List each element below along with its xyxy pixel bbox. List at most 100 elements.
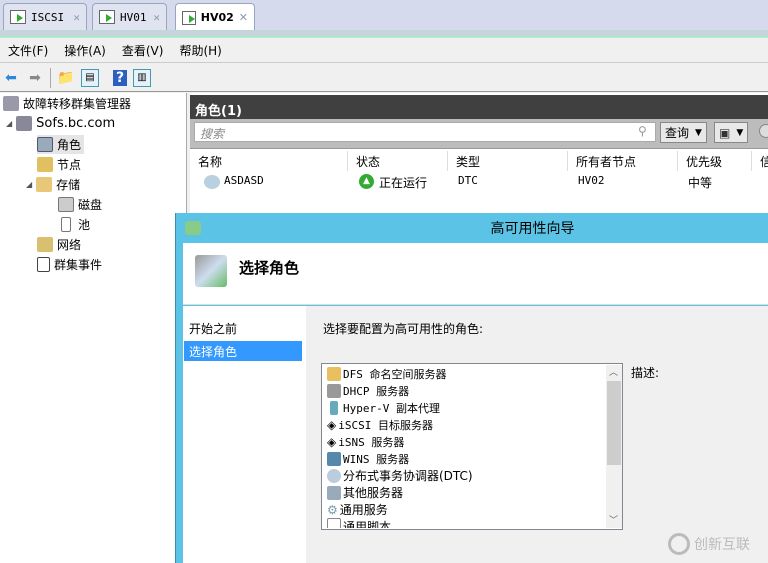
tree-storage[interactable]: ◢ 存储 xyxy=(26,175,80,194)
tree-label: 磁盘 xyxy=(78,198,103,212)
column-type[interactable]: 类型 xyxy=(448,151,568,171)
hyperv-icon xyxy=(330,400,338,415)
menu-action[interactable]: 操作(A) xyxy=(56,42,114,59)
tree-root[interactable]: 故障转移群集管理器 xyxy=(3,94,131,113)
column-info[interactable]: 信 xyxy=(752,151,768,171)
tree-nodes[interactable]: 节点 xyxy=(37,155,81,174)
tree-cluster[interactable]: ◢ Sofs.bc.com xyxy=(6,114,115,133)
item-label: WINS 服务器 xyxy=(343,452,410,466)
cell-name: ASDASD xyxy=(224,174,264,187)
wizard-header: 选择角色 xyxy=(183,243,768,305)
up-folder-icon[interactable]: 📁 xyxy=(57,69,75,87)
watermark-text: 创新互联 xyxy=(694,537,750,553)
menu-file[interactable]: 文件(F) xyxy=(0,42,56,59)
tree-roles[interactable]: 角色 xyxy=(37,135,85,154)
tree-networks[interactable]: 网络 xyxy=(37,235,81,254)
scroll-up-icon[interactable]: ︿ xyxy=(609,365,618,378)
list-item[interactable]: 分布式事务协调器(DTC) xyxy=(327,467,473,484)
gear-icon: ⚙ xyxy=(327,502,338,517)
chevron-down-icon: ▼ xyxy=(695,127,702,138)
search-row: 搜索 ⚲ 查询 ▼ ▣ ▼ xyxy=(190,119,768,149)
scrollbar[interactable]: ︿ ﹀ xyxy=(606,365,622,528)
forward-icon[interactable]: ➡ xyxy=(26,69,44,87)
scroll-thumb[interactable] xyxy=(607,381,621,465)
nav-select-role[interactable]: 选择角色 xyxy=(184,341,302,361)
vm-icon xyxy=(182,10,196,25)
watermark: 创新互联 xyxy=(668,525,768,563)
list-item[interactable]: ◈ iSCSI 目标服务器 xyxy=(327,416,433,433)
role-list[interactable]: DFS 命名空间服务器 DHCP 服务器 Hyper-V 副本代理 ◈ iSCSI… xyxy=(321,363,623,530)
select-role-icon xyxy=(195,255,227,287)
tab-iscsi[interactable]: ISCSI ✕ xyxy=(3,3,87,30)
scroll-down-icon[interactable]: ﹀ xyxy=(609,513,618,526)
cluster-icon xyxy=(16,116,33,131)
network-icon xyxy=(37,237,53,252)
tree-label: Sofs.bc.com xyxy=(36,116,116,131)
back-icon[interactable]: ⬅ xyxy=(2,69,20,87)
column-name[interactable]: 名称 xyxy=(190,151,348,171)
tab-label: ISCSI xyxy=(31,10,65,24)
isns-icon: ◈ xyxy=(327,434,337,449)
column-priority[interactable]: 优先级 xyxy=(678,151,752,171)
menu-view[interactable]: 查看(V) xyxy=(114,42,172,59)
help-icon[interactable]: ? xyxy=(113,69,127,86)
tab-label: HV02 xyxy=(200,11,234,24)
tree-label: 角色 xyxy=(57,138,82,152)
expand-icon[interactable] xyxy=(759,124,768,138)
prompt-label: 选择要配置为高可用性的角色: xyxy=(323,322,484,336)
tree-disks[interactable]: 磁盘 xyxy=(58,195,102,214)
item-label: 其他服务器 xyxy=(343,486,404,500)
list-item[interactable]: DHCP 服务器 xyxy=(327,382,409,399)
close-icon[interactable]: ✕ xyxy=(239,11,248,24)
tree-events[interactable]: 群集事件 xyxy=(37,255,102,274)
search-input[interactable]: 搜索 xyxy=(194,122,656,142)
iscsi-icon: ◈ xyxy=(327,417,337,432)
item-label: 分布式事务协调器(DTC) xyxy=(343,469,473,483)
item-label: 通用服务 xyxy=(339,503,388,517)
list-item[interactable]: ⚙ 通用服务 xyxy=(327,501,388,518)
tree-pools[interactable]: 池 xyxy=(58,215,90,234)
wizard-step-title: 选择角色 xyxy=(239,259,300,277)
events-icon xyxy=(37,257,50,272)
high-availability-wizard: 高可用性向导 选择角色 开始之前 选择角色 选择要配置为高可用性的角色: 描述:… xyxy=(175,213,768,563)
show-hide-tree-icon[interactable]: ▤ xyxy=(81,68,99,87)
other-server-icon xyxy=(327,485,341,500)
show-hide-action-pane-icon[interactable]: ▥ xyxy=(133,68,151,87)
cell-priority: 中等 xyxy=(688,176,713,190)
vm-icon xyxy=(99,10,115,24)
list-item[interactable]: DFS 命名空间服务器 xyxy=(327,365,447,382)
description-label: 描述: xyxy=(631,366,660,380)
expand-icon[interactable]: ◢ xyxy=(6,119,12,128)
search-icon: ⚲ xyxy=(638,124,647,138)
save-query-button[interactable]: ▣ ▼ xyxy=(714,122,749,143)
script-icon xyxy=(327,518,341,528)
list-item[interactable]: ◈ iSNS 服务器 xyxy=(327,433,404,450)
tab-hv02[interactable]: HV02 ✕ xyxy=(175,3,255,31)
pane-title: 角色(1) xyxy=(190,95,768,119)
list-item[interactable]: 其他服务器 xyxy=(327,484,403,501)
tab-strip xyxy=(0,30,768,38)
list-item[interactable]: 通用脚本 xyxy=(327,518,391,528)
close-icon[interactable]: ✕ xyxy=(73,11,80,24)
save-icon: ▣ xyxy=(719,125,731,140)
list-item[interactable]: WINS 服务器 xyxy=(327,450,409,467)
dfs-icon xyxy=(327,366,341,381)
tab-hv01[interactable]: HV01 ✕ xyxy=(92,3,167,30)
close-icon[interactable]: ✕ xyxy=(153,11,160,24)
query-button[interactable]: 查询 ▼ xyxy=(660,122,707,143)
list-item[interactable]: Hyper-V 副本代理 xyxy=(327,399,440,416)
column-status[interactable]: 状态 xyxy=(348,151,448,171)
column-owner[interactable]: 所有者节点 xyxy=(568,151,678,171)
tree-label: 群集事件 xyxy=(54,258,103,272)
nav-before-you-begin[interactable]: 开始之前 xyxy=(184,318,302,338)
expand-icon[interactable]: ◢ xyxy=(26,180,32,189)
item-label: DFS 命名空间服务器 xyxy=(343,367,447,381)
wizard-nav: 开始之前 选择角色 xyxy=(183,306,306,563)
nodes-icon xyxy=(37,157,53,172)
item-label: iSNS 服务器 xyxy=(338,435,405,449)
item-label: 通用脚本 xyxy=(343,520,392,528)
tab-bar: ISCSI ✕ HV01 ✕ HV02 ✕ xyxy=(0,0,768,31)
dialog-title: 高可用性向导 xyxy=(490,221,575,237)
tree-label: 存储 xyxy=(56,178,81,192)
menu-help[interactable]: 帮助(H) xyxy=(171,42,229,59)
